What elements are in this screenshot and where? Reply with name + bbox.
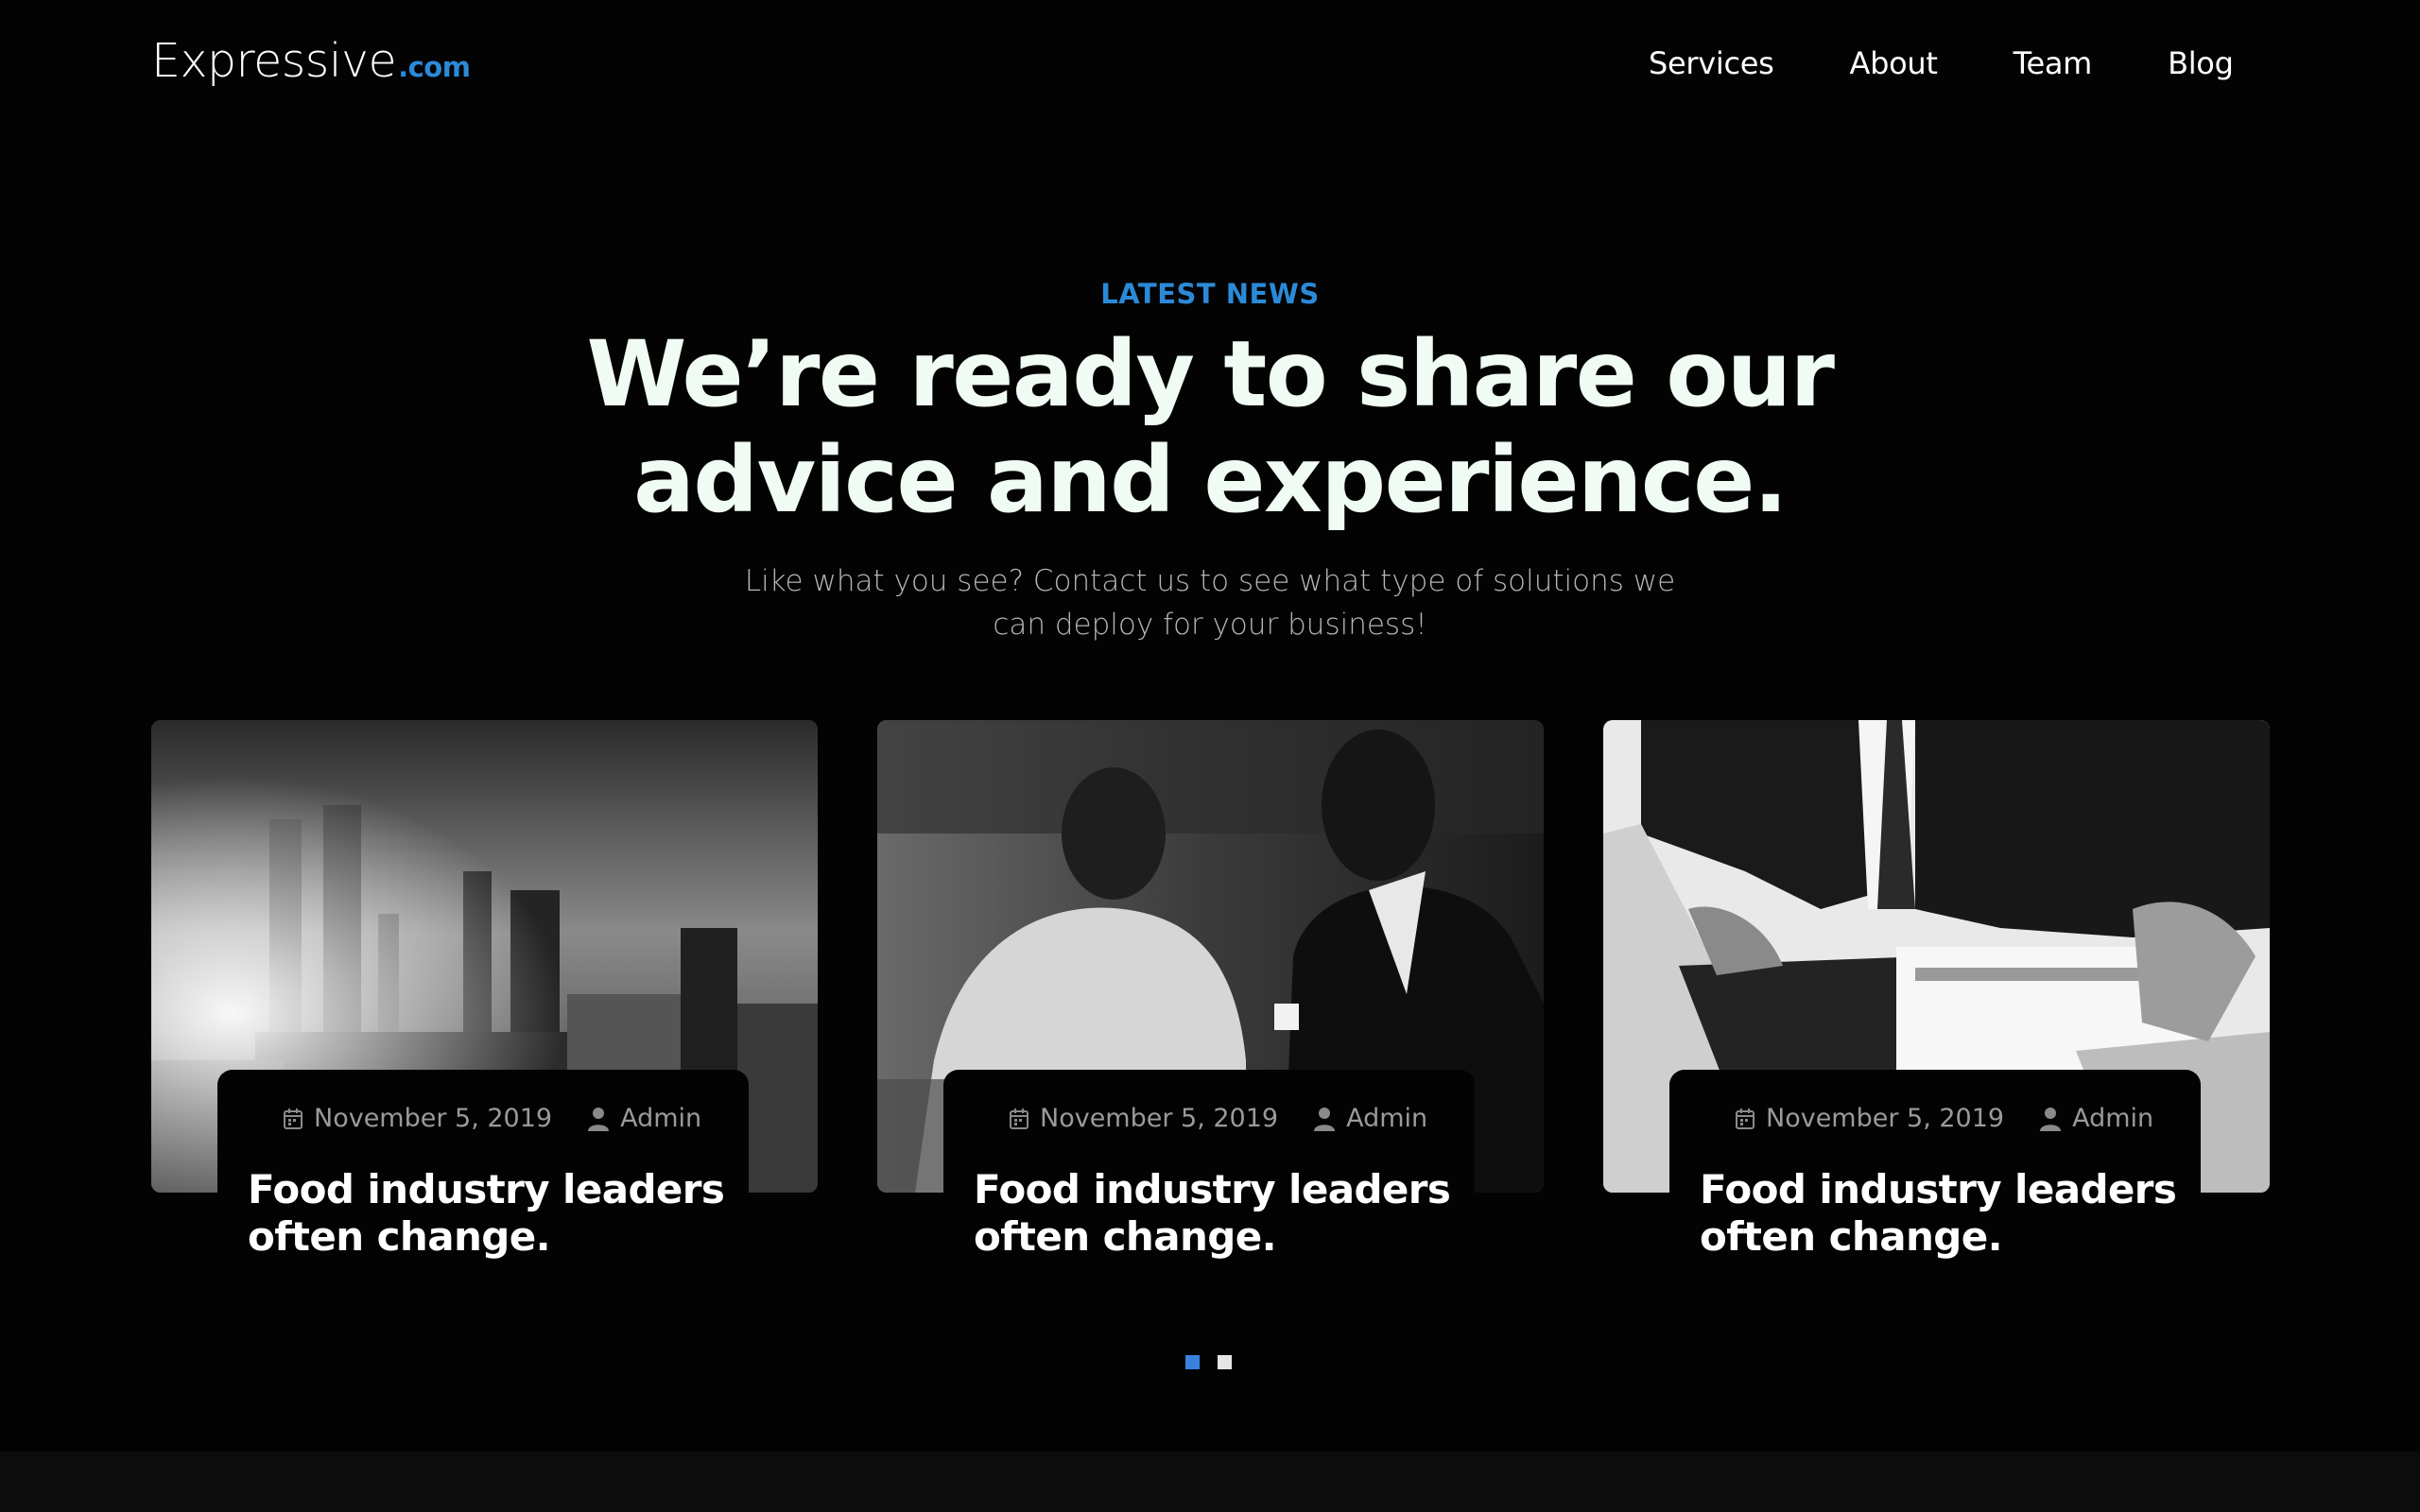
main-nav: Services About Team Blog <box>1649 45 2234 81</box>
post-title[interactable]: Food industry leaders often change. <box>974 1166 1465 1261</box>
card-info: November 5, 2019 Admin Food industry lea… <box>217 1070 749 1287</box>
post-title-line-2: often change. <box>248 1213 551 1260</box>
nav-item-team[interactable]: Team <box>2014 45 2093 81</box>
post-author-label: Admin <box>2072 1104 2154 1133</box>
blog-card[interactable]: November 5, 2019 Admin Food industry lea… <box>1603 720 2270 1287</box>
post-date: November 5, 2019 <box>1766 1104 2005 1133</box>
subtext-line-2: can deploy for your business! <box>993 608 1427 642</box>
carousel-pagination <box>1185 1355 1232 1369</box>
blog-card[interactable]: November 5, 2019 Admin Food industry lea… <box>877 720 1544 1287</box>
user-icon <box>588 1107 610 1131</box>
post-author-label: Admin <box>620 1104 702 1133</box>
post-author[interactable]: Admin <box>2040 1104 2153 1133</box>
pagination-dot[interactable] <box>1218 1355 1232 1369</box>
calendar-icon <box>1736 1108 1754 1129</box>
brand-name: Expressive <box>151 34 397 88</box>
post-date: November 5, 2019 <box>1040 1104 1279 1133</box>
post-title-line-2: often change. <box>1700 1213 2003 1260</box>
page: Expressive .com Services About Team Blog … <box>0 0 2420 1512</box>
section-headline: We’re ready to share our advice and expe… <box>548 321 1872 533</box>
post-author[interactable]: Admin <box>1314 1104 1427 1133</box>
user-icon <box>1314 1107 1336 1131</box>
card-meta: November 5, 2019 Admin <box>284 1104 701 1133</box>
card-meta: November 5, 2019 Admin <box>1736 1104 2153 1133</box>
brand-logo[interactable]: Expressive .com <box>151 34 471 88</box>
card-info: November 5, 2019 Admin Food industry lea… <box>943 1070 1475 1287</box>
subtext-line-1: Like what you see? Contact us to see wha… <box>744 564 1676 598</box>
pagination-dot-active[interactable] <box>1185 1355 1200 1369</box>
blog-card[interactable]: November 5, 2019 Admin Food industry lea… <box>151 720 818 1287</box>
post-title[interactable]: Food industry leaders often change. <box>1700 1166 2191 1261</box>
post-author[interactable]: Admin <box>588 1104 701 1133</box>
post-title-line-1: Food industry leaders <box>248 1166 725 1212</box>
nav-item-services[interactable]: Services <box>1649 45 1774 81</box>
post-date: November 5, 2019 <box>314 1104 553 1133</box>
card-info: November 5, 2019 Admin Food industry lea… <box>1669 1070 2201 1287</box>
nav-item-blog[interactable]: Blog <box>2168 45 2234 81</box>
calendar-icon <box>284 1108 302 1129</box>
post-author-label: Admin <box>1346 1104 1428 1133</box>
section-subtext: Like what you see? Contact us to see wha… <box>737 559 1683 646</box>
brand-tld: .com <box>398 51 471 83</box>
headline-line-2: advice and experience. <box>633 427 1788 533</box>
nav-item-about[interactable]: About <box>1850 45 1938 81</box>
post-title-line-1: Food industry leaders <box>1700 1166 2177 1212</box>
user-icon <box>2040 1107 2062 1131</box>
post-title-line-1: Food industry leaders <box>974 1166 1451 1212</box>
headline-line-1: We’re ready to share our <box>586 321 1835 427</box>
footer-band <box>0 1452 2420 1512</box>
calendar-icon <box>1010 1108 1028 1129</box>
card-meta: November 5, 2019 Admin <box>1010 1104 1427 1133</box>
post-title-line-2: often change. <box>974 1213 1277 1260</box>
post-title[interactable]: Food industry leaders often change. <box>248 1166 739 1261</box>
section-eyebrow: LATEST NEWS <box>1100 278 1320 310</box>
